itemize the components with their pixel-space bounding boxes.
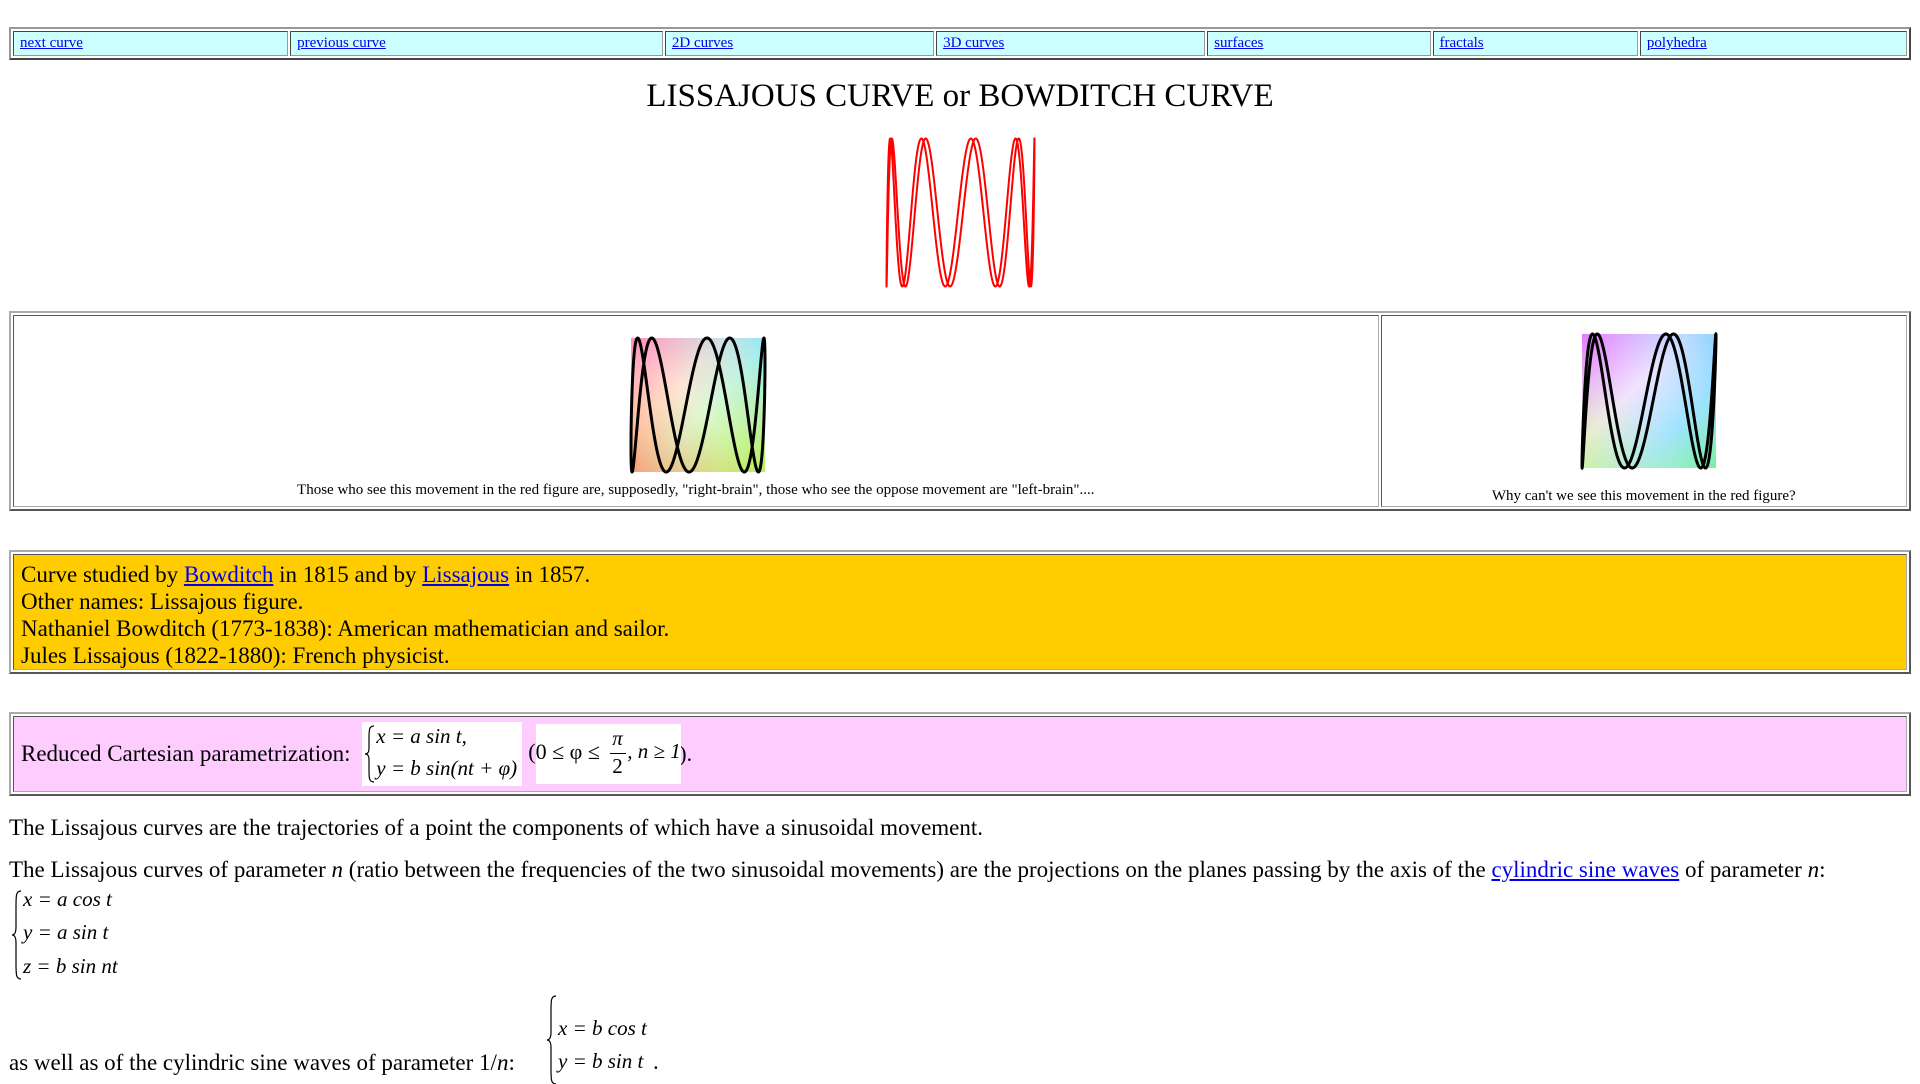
figure-cell-left: Those who see this movement in the red f… bbox=[13, 315, 1379, 507]
history-box: Curve studied by Bowditch in 1815 and by… bbox=[9, 550, 1911, 674]
paragraph-text: : bbox=[508, 1050, 515, 1075]
right-figure-caption: Why can't we see this movement in the re… bbox=[1491, 488, 1796, 504]
history-text: Curve studied by bbox=[21, 562, 184, 587]
3d-curves-link[interactable]: 3D curves bbox=[943, 35, 1004, 52]
history-box-inner: Curve studied by Bowditch in 1815 and by… bbox=[13, 554, 1907, 670]
paragraph-text: n bbox=[331, 857, 344, 882]
nav-cell-previous: previous curve bbox=[290, 31, 663, 56]
cylindric-sine-waves-link[interactable]: cylindric sine waves bbox=[1491, 857, 1679, 882]
nav-cell-3d: 3D curves bbox=[936, 31, 1206, 56]
fractals-link[interactable]: fractals bbox=[1440, 35, 1484, 52]
nav-cell-2d: 2D curves bbox=[664, 31, 935, 56]
red-lissajous-curve bbox=[885, 137, 1036, 288]
left-brace-icon bbox=[365, 725, 375, 783]
next-curve-link[interactable]: next curve bbox=[20, 35, 83, 52]
history-text: in 1815 and by bbox=[273, 562, 423, 587]
paragraph-text: n bbox=[496, 1050, 509, 1075]
history-line-1: Curve studied by Bowditch in 1815 and by… bbox=[21, 561, 1899, 588]
red-lissajous-figure bbox=[885, 137, 1036, 288]
condition-pi: π bbox=[612, 726, 623, 750]
cylindric-system-2: x = b cos t y = b sin t . bbox=[545, 990, 665, 1084]
nav-bar: next curve previous curve 2D curves 3D c… bbox=[9, 27, 1911, 60]
paragraph-text: (ratio between the frequencies of the tw… bbox=[343, 857, 1492, 882]
equation-y: y = b sin(nt + φ) bbox=[376, 756, 518, 780]
parametrization-box: Reduced Cartesian parametrization: x = a… bbox=[9, 712, 1911, 796]
parametrization-equations: x = a sin t, y = b sin(nt + φ) bbox=[362, 722, 523, 786]
2d-curves-link[interactable]: 2D curves bbox=[672, 35, 733, 52]
paragraph-text: : bbox=[1819, 857, 1826, 882]
parametrization-box-inner: Reduced Cartesian parametrization: x = a… bbox=[13, 716, 1907, 792]
system2-eq-y: y = b sin t bbox=[558, 1049, 644, 1073]
nav-cell-next: next curve bbox=[13, 31, 289, 56]
surfaces-link[interactable]: surfaces bbox=[1214, 35, 1263, 52]
system2-eq-x: x = b cos t bbox=[558, 1016, 647, 1040]
nav-cell-polyhedra: polyhedra bbox=[1639, 31, 1907, 56]
history-line-2: Other names: Lissajous figure. bbox=[21, 589, 304, 614]
condition-two: 2 bbox=[612, 754, 623, 778]
system2-end: . bbox=[653, 1049, 659, 1074]
paragraph-text: of parameter bbox=[1679, 857, 1808, 882]
left-brace-icon bbox=[11, 890, 22, 980]
system1-eq-y: y = a sin t bbox=[23, 920, 109, 944]
parametrization-label: Reduced Cartesian parametrization: bbox=[21, 741, 357, 766]
nav-cell-fractals: fractals bbox=[1432, 31, 1638, 56]
description-paragraph-3: as well as of the cylindric sine waves o… bbox=[9, 1050, 515, 1076]
condition-prefix: (0 ≤ φ ≤ bbox=[528, 739, 600, 764]
left-brace-icon bbox=[546, 995, 557, 1084]
paragraph-text: The Lissajous curves of parameter bbox=[9, 857, 332, 882]
description-paragraph-2: The Lissajous curves of parameter n (rat… bbox=[9, 857, 1825, 883]
equation-x: x = a sin t, bbox=[376, 724, 467, 748]
figure-cell-right: Why can't we see this movement in the re… bbox=[1380, 315, 1907, 507]
left-colored-lissajous bbox=[629, 336, 767, 474]
previous-curve-link[interactable]: previous curve bbox=[297, 35, 386, 52]
left-figure-caption: Those who see this movement in the red f… bbox=[297, 482, 1095, 498]
parameter-conditions: (0 ≤ φ ≤ π 2 , n ≥ 1 bbox=[528, 724, 682, 784]
figures-table: Those who see this movement in the red f… bbox=[9, 311, 1911, 511]
lissajous-link[interactable]: Lissajous bbox=[422, 562, 509, 587]
paragraph-text: as well as of the cylindric sine waves o… bbox=[9, 1050, 497, 1075]
system1-eq-x: x = a cos t bbox=[23, 887, 112, 911]
nav-cell-surfaces: surfaces bbox=[1207, 31, 1431, 56]
polyhedra-link[interactable]: polyhedra bbox=[1647, 35, 1707, 52]
right-colored-lissajous bbox=[1580, 331, 1718, 471]
page-title: LISSAJOUS CURVE or BOWDITCH CURVE bbox=[646, 78, 1274, 114]
history-text: in 1857. bbox=[509, 562, 591, 587]
condition-n: , n ≥ 1 bbox=[627, 739, 681, 763]
system1-eq-z: z = b sin nt bbox=[23, 954, 118, 978]
cylindric-system-1: x = a cos t y = a sin t z = b sin nt bbox=[10, 885, 130, 985]
history-line-4: Jules Lissajous (1822-1880): French phys… bbox=[21, 643, 450, 668]
bowditch-link[interactable]: Bowditch bbox=[184, 562, 273, 587]
paragraph-text: n bbox=[1807, 857, 1820, 882]
history-line-3: Nathaniel Bowditch (1773-1838): American… bbox=[21, 616, 670, 641]
description-paragraph-1: The Lissajous curves are the trajectorie… bbox=[9, 815, 984, 840]
